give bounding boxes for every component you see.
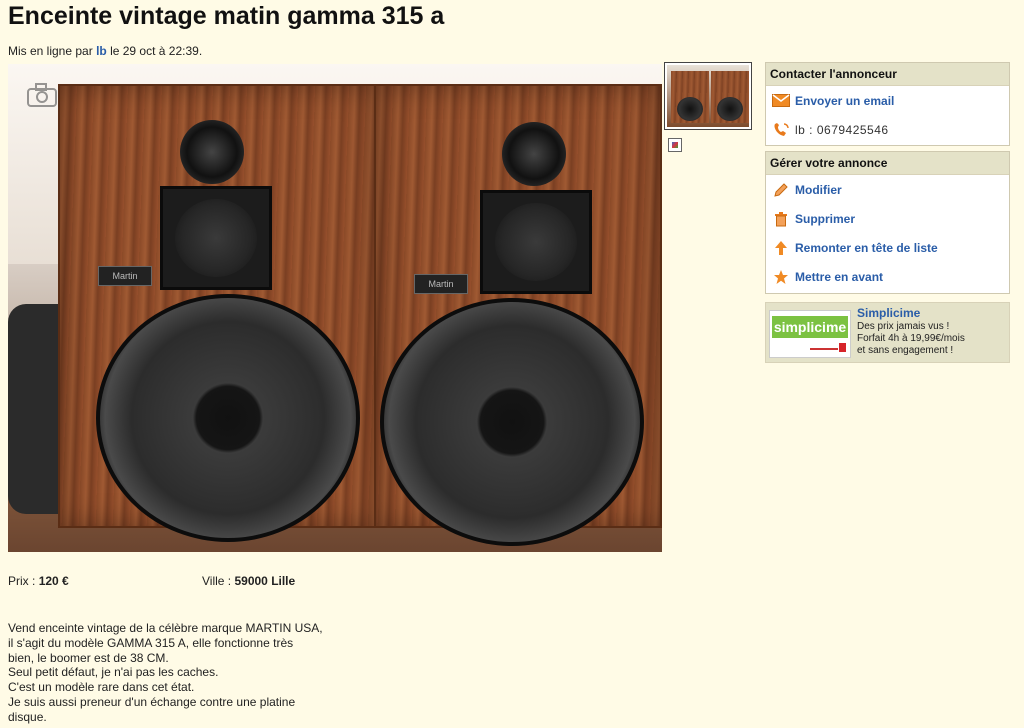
city-value: 59000 Lille (234, 574, 296, 588)
send-email-link[interactable]: Envoyer un email (795, 94, 894, 108)
arrow-up-icon (770, 240, 792, 256)
ad-logo-mark (839, 343, 846, 352)
edit-row[interactable]: Modifier (766, 175, 1009, 204)
listing-title: Enceinte vintage matin gamma 315 a (8, 2, 445, 30)
star-icon (770, 269, 792, 285)
ad-line-2: Forfait 4h à 19,99€/mois (857, 333, 965, 344)
ad-logo[interactable]: simplicime (769, 310, 851, 358)
posted-prefix: Mis en ligne par (8, 44, 93, 58)
woofer-right (380, 298, 644, 546)
description-line: disque. (8, 709, 47, 724)
ad-logo-text: simplicime (772, 316, 848, 338)
trash-icon (770, 211, 792, 227)
thumb-woofer-left (677, 97, 703, 121)
phone-number: lb : 0679425546 (795, 122, 889, 137)
description-line: Je suis aussi preneur d'un échange contr… (8, 694, 296, 709)
price-label: Prix : (8, 574, 36, 588)
slideshow-icon[interactable] (668, 138, 682, 152)
feature-link[interactable]: Mettre en avant (795, 270, 883, 284)
ad-line-1: Des prix jamais vus ! (857, 321, 950, 332)
ad-name[interactable]: Simplicime (857, 306, 920, 320)
contact-header: Contacter l'annonceur (766, 63, 1009, 86)
posted-date: le 29 oct à 22:39. (110, 44, 203, 58)
email-row[interactable]: Envoyer un email (766, 86, 1009, 115)
description-line: Vend enceinte vintage de la célèbre marq… (8, 621, 323, 635)
author-link[interactable]: lb (96, 44, 107, 58)
price-value: 120 € (38, 574, 69, 588)
ad-text: Des prix jamais vus ! Forfait 4h à 19,99… (857, 321, 965, 357)
pencil-icon (770, 182, 792, 198)
bump-row[interactable]: Remonter en tête de liste (766, 233, 1009, 262)
posted-info: Mis en ligne par lb le 29 oct à 22:39. (8, 44, 202, 58)
delete-row[interactable]: Supprimer (766, 204, 1009, 233)
speaker-left: Martin (58, 84, 380, 542)
tweeter-left (180, 120, 244, 184)
ad-logo-line (810, 348, 838, 350)
tweeter-right (502, 122, 566, 186)
feature-row[interactable]: Mettre en avant (766, 262, 1009, 291)
speaker-right: Martin (374, 84, 662, 546)
bump-link[interactable]: Remonter en tête de liste (795, 241, 938, 255)
description-line: C'est un modèle rare dans cet état. (8, 680, 195, 695)
sponsored-ad[interactable]: simplicime Simplicime Des prix jamais vu… (765, 302, 1010, 363)
ad-line-3: et sans engagement ! (857, 345, 954, 356)
main-photo[interactable]: Martin Martin (8, 64, 662, 552)
woofer-left (96, 294, 360, 542)
city-label: Ville : (202, 574, 232, 588)
edit-link[interactable]: Modifier (795, 183, 842, 197)
phone-row: lb : 0679425546 (766, 115, 1009, 144)
brand-badge-left: Martin (98, 266, 152, 286)
thumbnail-image (667, 65, 749, 127)
camera-icon (27, 83, 57, 107)
city-info: Ville : 59000 Lille (202, 574, 295, 588)
brand-badge-right: Martin (414, 274, 468, 294)
manage-panel: Gérer votre annonce Modifier Supprimer R… (765, 151, 1010, 294)
description-line: Seul petit défaut, je n'ai pas les cache… (8, 665, 219, 680)
envelope-icon (770, 93, 792, 109)
description: Vend enceinte vintage de la célèbre marq… (8, 621, 378, 725)
midrange-right (480, 190, 592, 294)
thumb-woofer-right (717, 97, 743, 121)
description-line: il s'agit du modèle GAMMA 315 A, elle fo… (8, 635, 294, 650)
photo-thumbnail[interactable] (664, 62, 752, 130)
manage-header: Gérer votre annonce (766, 152, 1009, 175)
delete-link[interactable]: Supprimer (795, 212, 855, 226)
midrange-left (160, 186, 272, 290)
phone-icon (770, 122, 792, 138)
contact-panel: Contacter l'annonceur Envoyer un email l… (765, 62, 1010, 146)
description-line: bien, le boomer est de 38 CM. (8, 650, 169, 665)
price-info: Prix : 120 € (8, 574, 69, 588)
